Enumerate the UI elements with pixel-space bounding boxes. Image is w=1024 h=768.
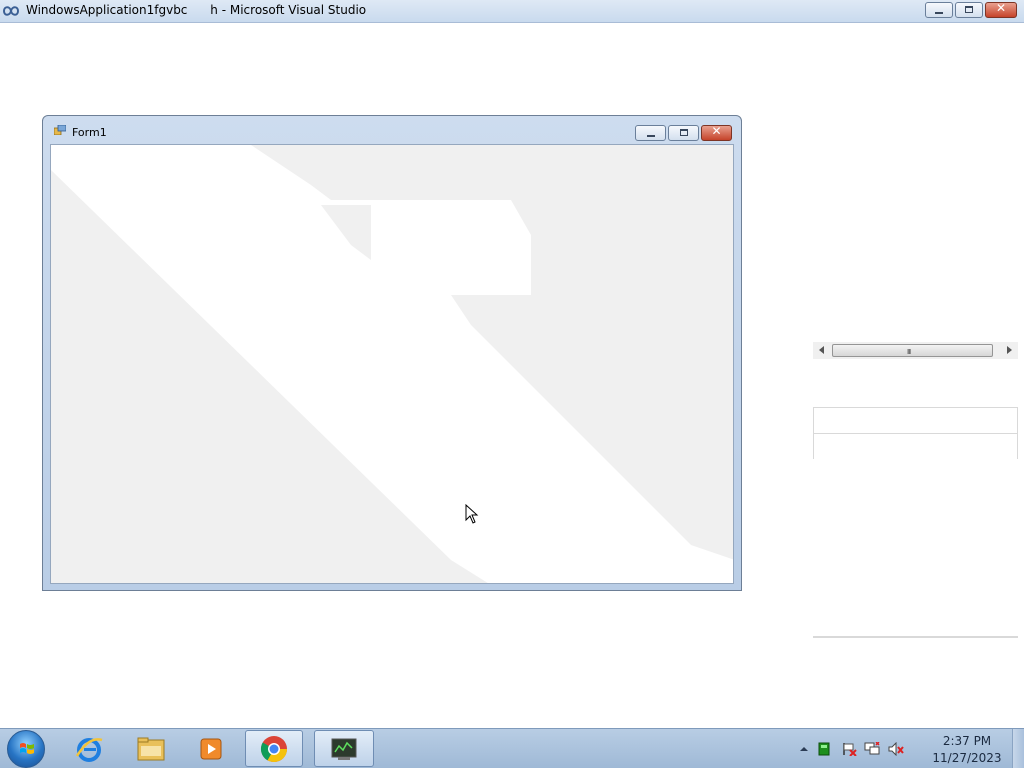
ie-icon <box>75 737 103 762</box>
network-activity-icon[interactable] <box>816 742 832 756</box>
panel-top-border <box>813 407 1018 408</box>
form-icon <box>54 125 66 135</box>
form1-maximize-button[interactable] <box>668 125 699 141</box>
taskbar-internet-explorer[interactable] <box>60 730 118 767</box>
vs-restore-button[interactable] <box>955 2 983 18</box>
vs-window-controls: ✕ <box>925 1 1021 20</box>
folder-icon <box>137 737 165 760</box>
chrome-icon <box>260 735 288 762</box>
maximize-icon <box>679 129 688 136</box>
panel-divider <box>813 433 1018 434</box>
restore-icon <box>965 6 973 13</box>
taskbar-windows-explorer[interactable] <box>122 730 180 767</box>
close-icon: ✕ <box>711 124 722 138</box>
scrollbar-grip: III <box>907 348 911 356</box>
start-button[interactable] <box>7 730 45 768</box>
clock-time: 2:37 PM <box>942 734 992 748</box>
taskbar: 2:37 PM 11/27/2023 <box>0 728 1024 768</box>
app-window-icon <box>331 738 357 760</box>
close-icon: ✕ <box>995 1 1007 15</box>
action-center-flag-icon[interactable] <box>841 742 857 756</box>
form1-title-bar[interactable]: Form1 ✕ <box>43 116 741 144</box>
form1-close-button[interactable]: ✕ <box>701 124 732 141</box>
scroll-left-arrow-icon[interactable] <box>819 346 824 354</box>
form1-window[interactable]: Form1 ✕ <box>42 115 742 591</box>
taskbar-chrome[interactable] <box>245 730 303 767</box>
vs-minimize-button[interactable] <box>925 2 953 18</box>
taskbar-media-player[interactable] <box>182 730 240 767</box>
form1-minimize-button[interactable] <box>635 125 666 141</box>
mouse-pointer-icon <box>465 504 479 524</box>
scrollbar-thumb[interactable]: III <box>832 344 993 357</box>
vs-title-bar[interactable]: WindowsApplication1fgvbc h - Microsoft V… <box>0 0 1024 23</box>
vs-close-button[interactable]: ✕ <box>985 1 1017 18</box>
minimize-icon <box>935 12 943 14</box>
form1-client-area[interactable] <box>50 144 734 584</box>
taskbar-visual-studio-app[interactable] <box>314 730 374 767</box>
system-tray: 2:37 PM 11/27/2023 <box>796 729 1006 768</box>
clock-date: 11/27/2023 <box>932 751 1002 765</box>
horizontal-scrollbar[interactable]: III <box>813 342 1018 359</box>
panel-bottom-border <box>813 636 1018 638</box>
show-hidden-icons-arrow[interactable] <box>796 742 812 756</box>
visual-studio-logo-icon <box>3 6 19 16</box>
vs-window-title: WindowsApplication1fgvbc h - Microsoft V… <box>26 3 367 17</box>
scroll-right-arrow-icon[interactable] <box>1007 346 1012 354</box>
form1-title: Form1 <box>72 126 107 139</box>
show-desktop-button[interactable] <box>1012 729 1024 768</box>
minimize-icon <box>646 135 655 137</box>
volume-muted-icon[interactable] <box>888 742 904 756</box>
network-icon[interactable] <box>864 742 880 756</box>
form1-background-artifact <box>51 145 733 583</box>
designer-panel[interactable] <box>813 407 1018 640</box>
media-player-icon <box>200 738 222 759</box>
windows-flag-icon <box>20 743 34 754</box>
